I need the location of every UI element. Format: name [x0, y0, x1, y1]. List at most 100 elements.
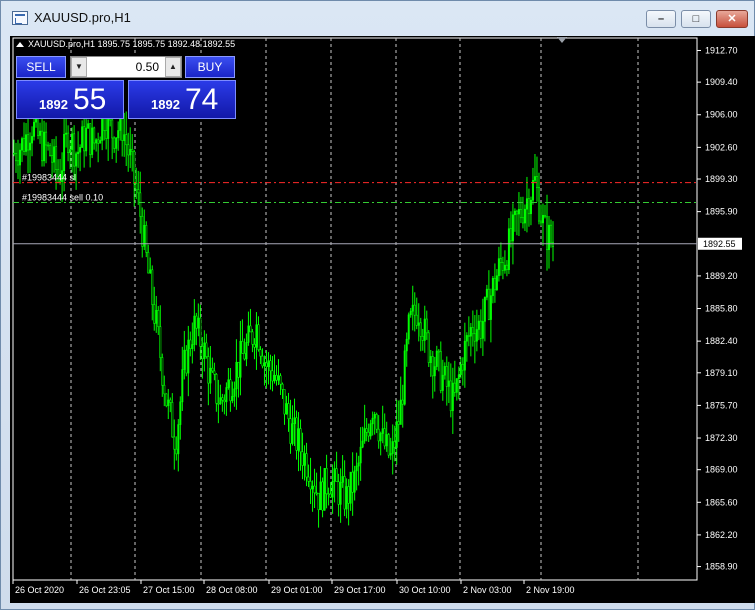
candle-body — [51, 155, 54, 163]
candle-body — [145, 225, 148, 253]
lot-size-field[interactable]: ▼ 0.50 ▲ — [70, 56, 182, 78]
candle-body — [457, 374, 460, 379]
candle-body — [379, 433, 382, 442]
candle-body — [127, 144, 130, 156]
candle-body — [341, 476, 344, 483]
chart-window: XAUUSD.pro,H1 – □ ✕ #19983444 sl #1998344… — [0, 0, 755, 610]
title-bar[interactable]: XAUUSD.pro,H1 – □ ✕ — [1, 1, 754, 35]
candle-body — [331, 480, 334, 498]
candle-body — [55, 146, 58, 170]
y-tick-label: 1912.70 — [705, 45, 738, 55]
candle-body — [431, 356, 434, 377]
buy-quote[interactable]: 1892 74 — [128, 80, 236, 119]
candle-body — [421, 336, 424, 341]
candle-body — [147, 252, 150, 274]
x-tick-label: 2 Nov 19:00 — [526, 585, 575, 595]
y-tick-label: 1885.80 — [705, 304, 738, 314]
candle-body — [403, 350, 406, 405]
candle-body — [497, 258, 500, 277]
x-tick-label: 27 Oct 15:00 — [143, 585, 195, 595]
price-chart[interactable]: #19983444 sl #19983444 sell 0.10 1892.55 1… — [10, 36, 755, 603]
candle-body — [471, 327, 474, 335]
candle-body — [29, 142, 32, 151]
candle-body — [237, 361, 240, 378]
candle-body — [209, 367, 212, 384]
candle-body — [301, 451, 304, 466]
lot-increase-button[interactable]: ▲ — [165, 57, 181, 77]
sell-quote[interactable]: 1892 55 — [16, 80, 124, 119]
candle-body — [303, 453, 306, 466]
candle-body — [419, 322, 422, 337]
candle-body — [141, 216, 144, 247]
candle-body — [151, 269, 154, 305]
lot-size-value[interactable]: 0.50 — [89, 57, 163, 77]
candle-body — [105, 130, 108, 139]
candle-body — [259, 349, 262, 357]
chart-shift-marker-icon[interactable] — [557, 37, 567, 43]
candle-body — [135, 183, 138, 190]
candle-body — [269, 360, 272, 372]
candle-body — [469, 327, 472, 337]
candle-body — [311, 485, 314, 490]
chart-window-icon — [12, 11, 28, 25]
candle-body — [257, 324, 260, 350]
candle-body — [353, 470, 356, 493]
buy-button[interactable]: BUY — [185, 56, 235, 78]
candle-body — [295, 417, 298, 451]
candle-body — [73, 133, 76, 167]
candle-body — [271, 370, 274, 382]
candle-body — [241, 340, 244, 354]
candle-body — [75, 153, 78, 167]
candle-body — [539, 220, 542, 224]
candle-body — [325, 468, 328, 494]
header-collapse-arrow-icon[interactable] — [16, 42, 24, 47]
candle-body — [381, 428, 384, 434]
candle-body — [531, 180, 534, 201]
candle-body — [375, 414, 378, 430]
candle-body — [409, 310, 412, 316]
candle-body — [87, 123, 90, 129]
candle-body — [251, 331, 254, 345]
candle-body — [313, 485, 316, 494]
candle-body — [359, 446, 362, 464]
candle-body — [95, 139, 98, 144]
maximize-button[interactable]: □ — [681, 10, 711, 28]
candle-body — [277, 375, 280, 381]
lot-decrease-button[interactable]: ▼ — [71, 57, 87, 77]
candle-body — [453, 382, 456, 393]
candle-body — [201, 346, 204, 360]
candle-body — [219, 397, 222, 404]
candle-body — [93, 127, 96, 144]
sell-button[interactable]: SELL — [16, 56, 66, 78]
chart-area[interactable]: #19983444 sl #19983444 sell 0.10 1892.55 1… — [10, 36, 755, 603]
candle-body — [513, 210, 516, 216]
x-tick-label: 29 Oct 01:00 — [271, 585, 323, 595]
candle-body — [211, 367, 214, 372]
candle-body — [451, 382, 454, 412]
candle-body — [365, 428, 368, 433]
minimize-button[interactable]: – — [646, 10, 676, 28]
candle-body — [249, 325, 252, 333]
candle-body — [273, 374, 276, 382]
x-tick-label: 26 Oct 2020 — [15, 585, 64, 595]
candle-body — [275, 374, 278, 381]
candle-body — [343, 476, 346, 510]
candle-body — [445, 366, 448, 387]
candle-body — [333, 468, 336, 482]
candle-body — [305, 453, 308, 478]
minimize-icon: – — [657, 13, 665, 25]
candle-body — [157, 310, 160, 328]
y-tick-label: 1872.30 — [705, 433, 738, 443]
candle-body — [225, 387, 228, 403]
candle-body — [43, 131, 46, 162]
candle-body — [477, 320, 480, 330]
close-button[interactable]: ✕ — [716, 10, 748, 28]
candle-body — [415, 314, 418, 326]
candle-body — [397, 421, 400, 425]
candle-body — [483, 296, 486, 322]
one-click-trading-panel: SELL ▼ 0.50 ▲ BUY 1892 55 1892 74 — [16, 55, 236, 121]
candle-body — [207, 356, 210, 384]
candle-body — [115, 137, 118, 149]
y-tick-label: 1862.20 — [705, 530, 738, 540]
candle-body — [545, 216, 548, 251]
